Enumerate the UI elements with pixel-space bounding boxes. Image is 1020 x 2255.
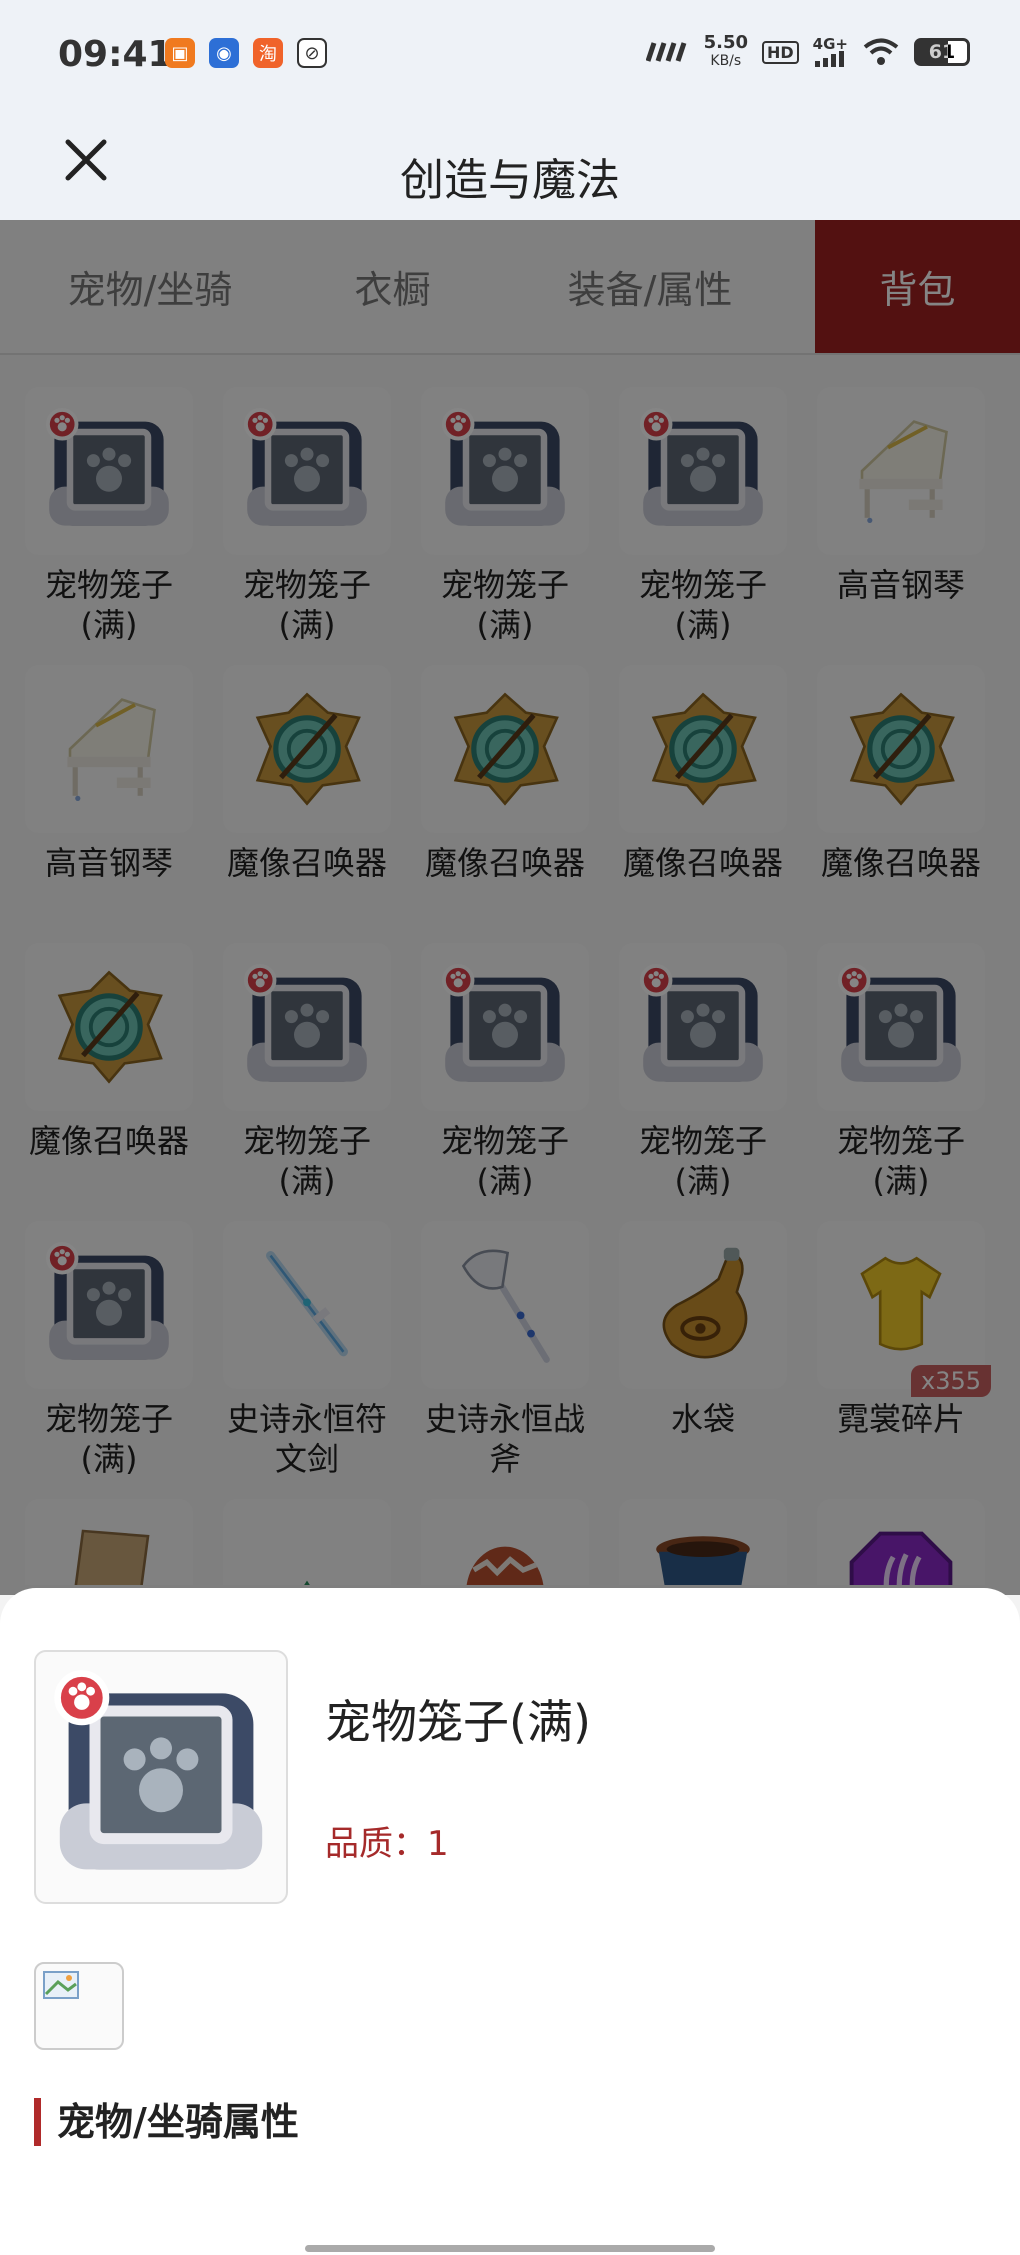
network-speed: 5.50 KB/s bbox=[703, 32, 748, 70]
hd-icon: HD bbox=[762, 40, 799, 64]
home-indicator[interactable] bbox=[305, 2245, 715, 2252]
item-name: 宠物笼子(满) bbox=[325, 1695, 591, 1749]
wifi-icon bbox=[863, 38, 899, 65]
item-quality: 品质：1 bbox=[325, 1824, 449, 1864]
page-title: 创造与魔法 bbox=[400, 155, 620, 206]
cell-signal-icon: 4G+ bbox=[813, 37, 848, 67]
broken-image-icon bbox=[34, 1962, 124, 2050]
signal-strength-icon bbox=[645, 42, 686, 62]
item-detail-sheet: 宠物笼子(满) 品质：1 宠物/坐骑属性 bbox=[0, 1588, 1020, 2255]
status-right: 5.50 KB/s HD 4G+ 61 bbox=[645, 32, 970, 70]
item-detail-image bbox=[34, 1650, 288, 1904]
clock: 09:41 bbox=[58, 34, 173, 75]
section-title: 宠物/坐骑属性 bbox=[34, 2098, 299, 2146]
app-header: 创造与魔法 bbox=[0, 112, 1020, 220]
battery-icon: 61 bbox=[914, 38, 970, 66]
notification-icons: ▣ ◉ 淘 ⊘ bbox=[165, 38, 327, 68]
app-notification-icon: ⊘ bbox=[297, 38, 327, 68]
modal-backdrop[interactable] bbox=[0, 220, 1020, 1595]
app-notification-icon: ◉ bbox=[209, 38, 239, 68]
app-notification-icon: ▣ bbox=[165, 38, 195, 68]
taobao-notification-icon: 淘 bbox=[253, 38, 283, 68]
status-bar: 09:41 ▣ ◉ 淘 ⊘ 5.50 KB/s HD 4G+ 61 bbox=[0, 0, 1020, 112]
